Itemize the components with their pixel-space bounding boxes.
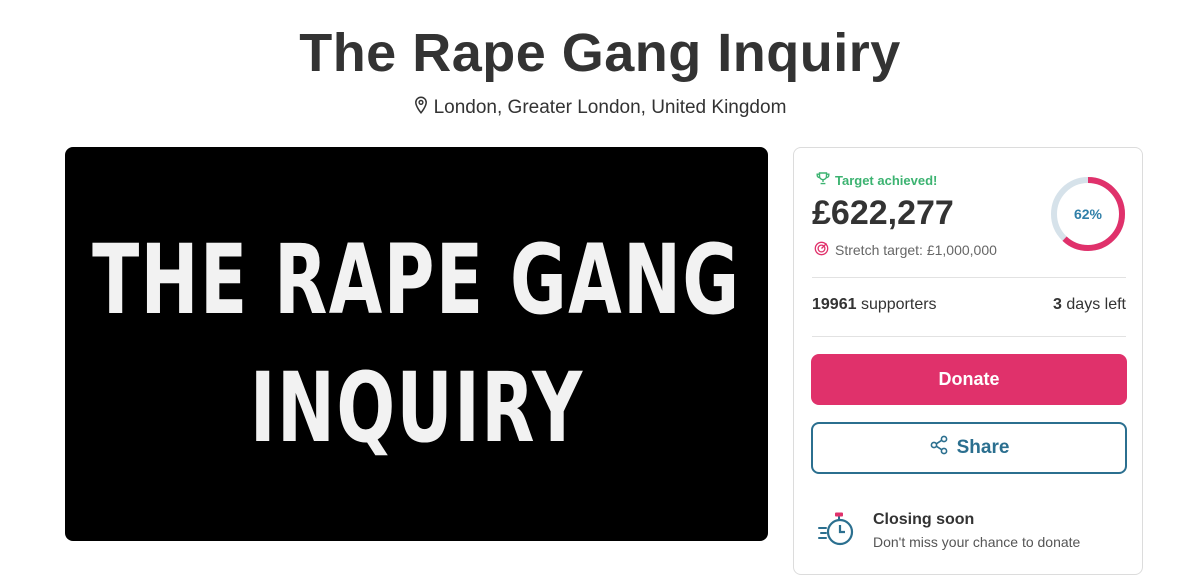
funding-panel: Target achieved! £622,277 Stretch target… [793,147,1143,575]
divider [812,277,1126,278]
campaign-stats: 19961 supporters 3 days left [812,296,1126,314]
target-icon [814,241,829,259]
progress-percent: 62% [1073,206,1103,222]
map-pin-icon [414,96,428,120]
share-icon [929,435,949,461]
supporters-stat: 19961 supporters [812,296,937,314]
supporters-label: supporters [860,296,937,313]
closing-soon-title: Closing soon [873,511,975,528]
campaign-location: London, Greater London, United Kingdom [0,96,1200,120]
campaign-hero-image: THE RAPE GANG INQUIRY [65,147,768,541]
donate-button[interactable]: Donate [811,354,1127,405]
closing-soon-subtitle: Don't miss your chance to donate [873,534,1081,550]
stopwatch-icon [818,512,858,548]
days-left-stat: 3 days left [1053,296,1126,314]
days-left-count: 3 [1053,296,1062,313]
stretch-target-text: Stretch target: £1,000,000 [835,242,997,258]
location-text: London, Greater London, United Kingdom [433,97,787,118]
target-achieved-badge: Target achieved! [816,172,937,188]
trophy-icon [816,172,830,188]
hero-text-line-2: INQUIRY [249,352,584,464]
page-title: The Rape Gang Inquiry [299,23,901,83]
share-label: Share [956,437,1010,458]
amount-raised: £622,277 [812,194,954,232]
divider [812,336,1126,337]
supporters-count: 19961 [812,296,857,313]
target-achieved-text: Target achieved! [835,172,938,188]
stretch-target: Stretch target: £1,000,000 [814,241,997,259]
hero-text-line-1: THE RAPE GANG [92,224,741,336]
share-button[interactable]: Share [811,422,1127,474]
days-left-label: days left [1066,296,1126,313]
